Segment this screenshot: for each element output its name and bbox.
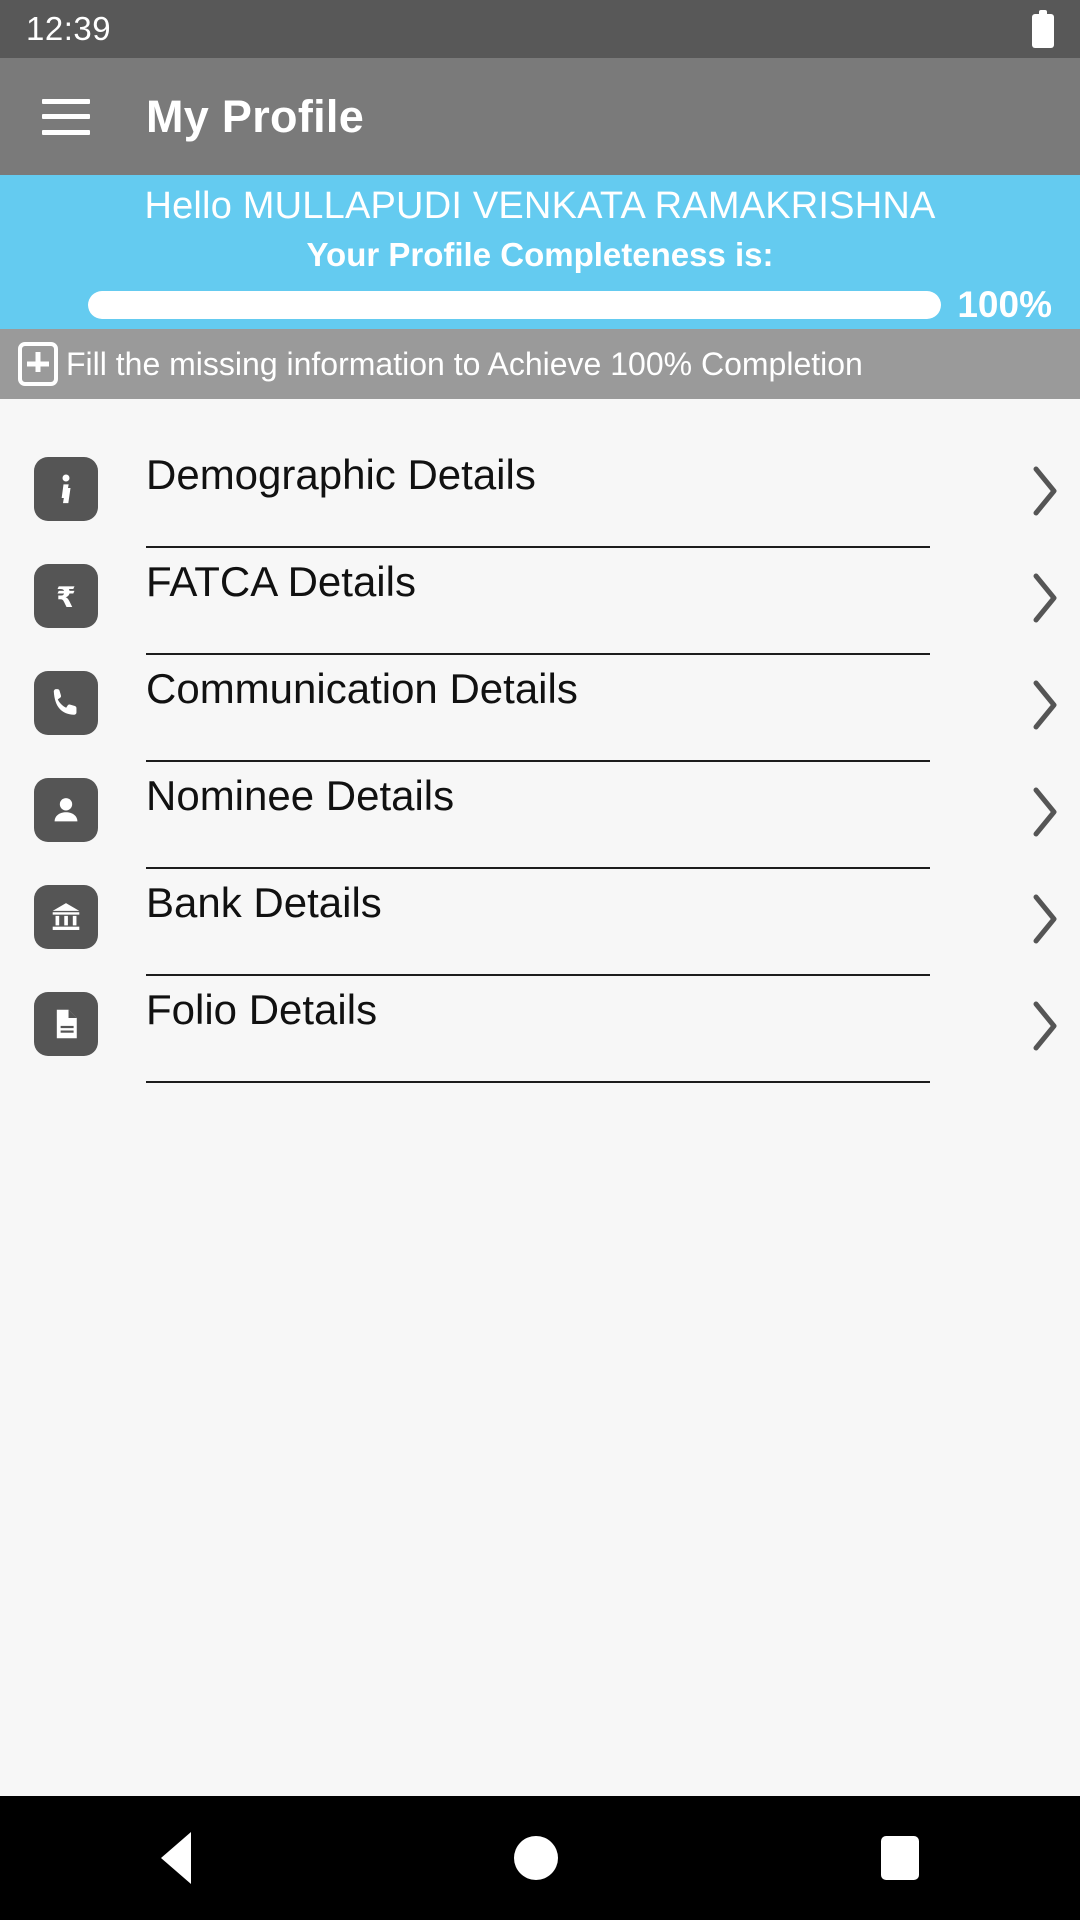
list-item-label: FATCA Details — [146, 558, 416, 605]
status-bar-time: 12:39 — [26, 10, 112, 47]
greeting-banner: Hello MULLAPUDI VENKATA RAMAKRISHNA Your… — [0, 175, 1080, 329]
chevron-right-icon[interactable] — [1010, 784, 1080, 840]
person-icon — [34, 778, 98, 842]
back-triangle-icon[interactable] — [161, 1832, 192, 1884]
list-item-label: Nominee Details — [146, 772, 455, 819]
recents-square-icon[interactable] — [880, 1836, 919, 1880]
status-bar: 12:39 — [0, 0, 1080, 58]
battery-icon — [1032, 10, 1054, 48]
chevron-right-icon[interactable] — [1010, 998, 1080, 1054]
list-item-body: Communication Details — [146, 655, 1010, 762]
list-item-body: Demographic Details — [146, 441, 1010, 548]
hamburger-menu-icon[interactable] — [42, 98, 90, 135]
list-item-nominee-details[interactable]: Nominee Details — [0, 762, 1080, 869]
completeness-label: Your Profile Completeness is: — [306, 236, 774, 274]
info-icon — [34, 457, 98, 521]
plus-box-icon — [18, 342, 58, 386]
rupee-icon: ₹ — [34, 564, 98, 628]
greeting-text: Hello MULLAPUDI VENKATA RAMAKRISHNA — [144, 185, 936, 227]
fill-missing-info-banner[interactable]: Fill the missing information to Achieve … — [0, 329, 1080, 399]
profile-sections-list: Demographic Details ₹ FATCA Details Comm… — [0, 399, 1080, 1796]
list-item-body: FATCA Details — [146, 548, 1010, 655]
app-screen: 12:39 My Profile Hello MULLAPUDI VENKATA… — [0, 0, 1080, 1920]
fill-missing-info-text: Fill the missing information to Achieve … — [66, 345, 863, 382]
chevron-right-icon[interactable] — [1010, 677, 1080, 733]
document-icon — [34, 992, 98, 1056]
chevron-right-icon[interactable] — [1010, 891, 1080, 947]
progress-percent-label: 100% — [957, 284, 1052, 326]
phone-icon — [34, 671, 98, 735]
list-item-bank-details[interactable]: Bank Details — [0, 869, 1080, 976]
page-title: My Profile — [146, 90, 365, 142]
home-circle-icon[interactable] — [513, 1836, 558, 1880]
list-item-label: Folio Details — [146, 986, 378, 1033]
list-item-label: Communication Details — [146, 665, 578, 712]
android-navigation-bar — [0, 1796, 1080, 1920]
list-item-communication-details[interactable]: Communication Details — [0, 655, 1080, 762]
list-item-body: Folio Details — [146, 976, 1010, 1083]
list-item-label: Demographic Details — [146, 451, 536, 498]
list-item-body: Bank Details — [146, 869, 1010, 976]
list-item-folio-details[interactable]: Folio Details — [0, 976, 1080, 1083]
list-item-demographic-details[interactable]: Demographic Details — [0, 441, 1080, 548]
list-item-fatca-details[interactable]: ₹ FATCA Details — [0, 548, 1080, 655]
svg-text:₹: ₹ — [56, 581, 76, 614]
progress-bar-fill — [88, 291, 942, 320]
bank-icon — [34, 885, 98, 949]
list-item-body: Nominee Details — [146, 762, 1010, 869]
app-bar: My Profile — [0, 58, 1080, 175]
chevron-right-icon[interactable] — [1010, 463, 1080, 519]
progress-bar — [88, 291, 942, 320]
list-item-label: Bank Details — [146, 879, 382, 926]
chevron-right-icon[interactable] — [1010, 570, 1080, 626]
progress-row: 100% — [0, 284, 1080, 326]
